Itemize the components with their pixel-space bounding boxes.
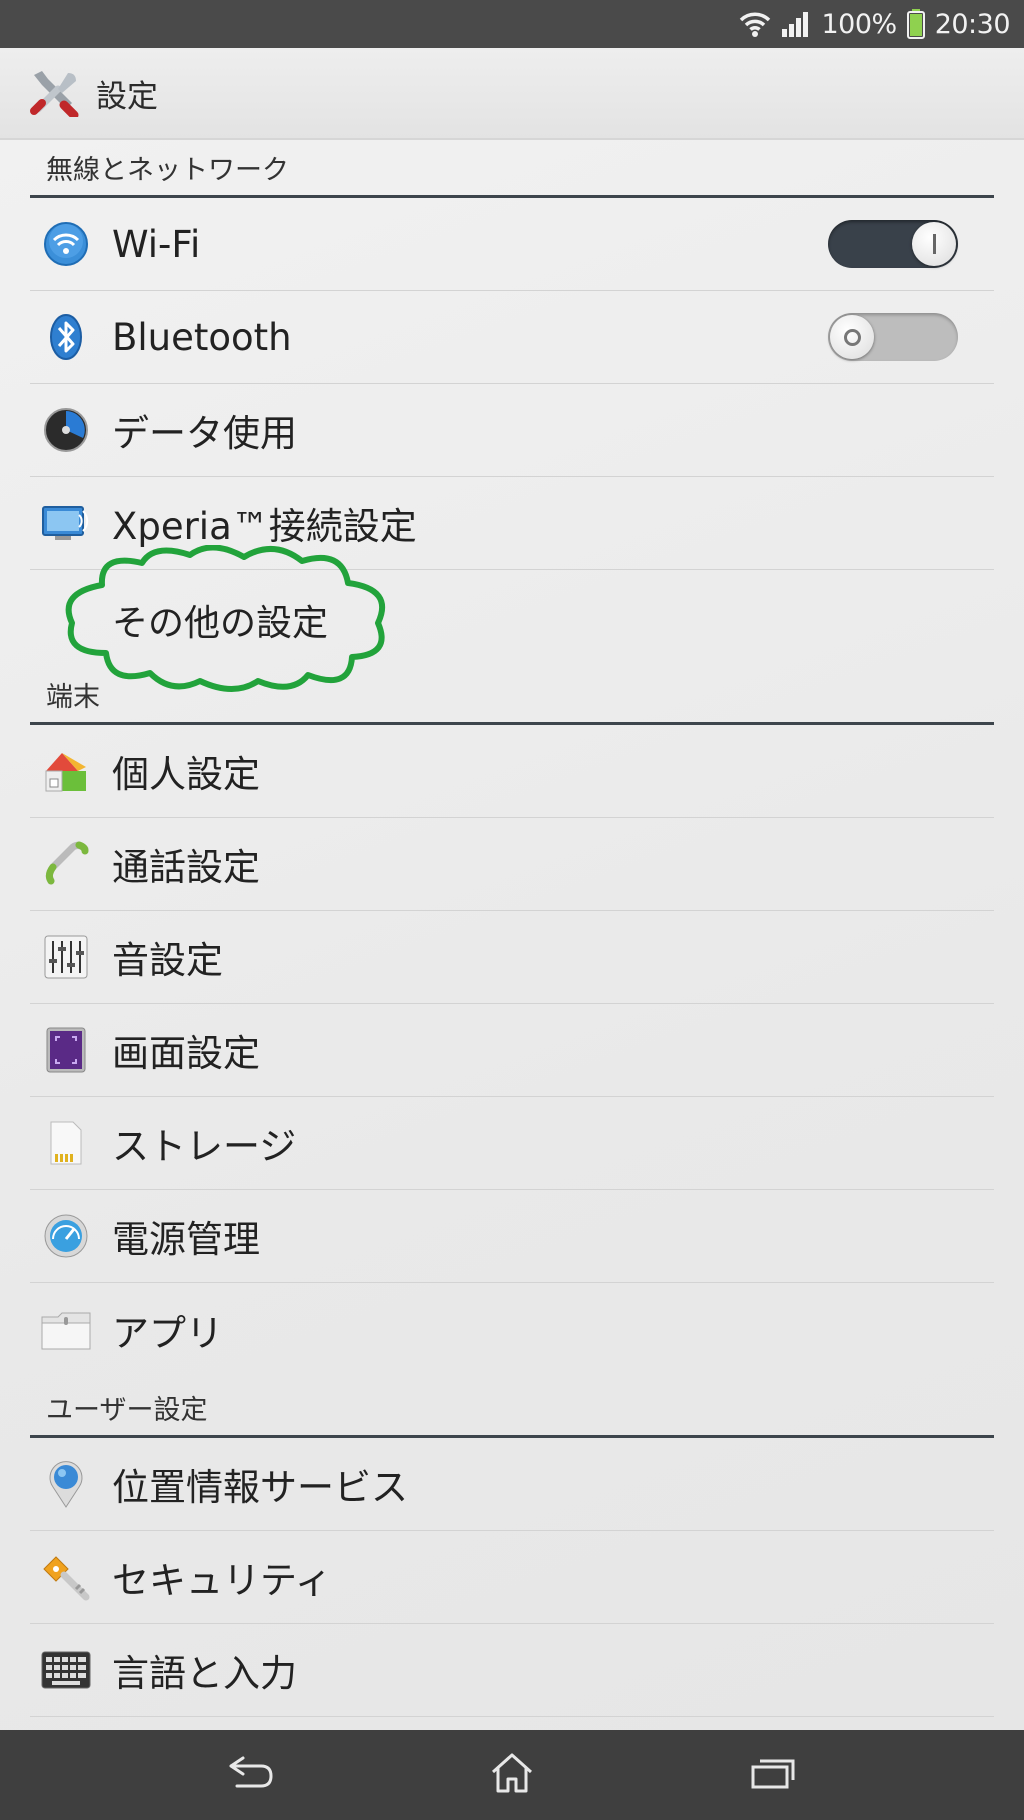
home-icon [489,1752,535,1798]
blank-icon-slot [40,594,92,646]
settings-item-display[interactable]: 画面設定 [30,1004,994,1097]
status-bar: 100% 20:30 [0,0,1024,48]
settings-item-label: データ使用 [112,412,297,455]
settings-item-wifi[interactable]: Wi-Fi [30,198,994,291]
sd-card-icon [40,1117,92,1169]
settings-item-label: 画面設定 [112,1032,260,1075]
settings-item-more[interactable]: その他の設定 [30,570,994,670]
wifi-icon [739,10,771,38]
clock: 20:30 [934,8,1011,40]
bluetooth-icon [40,311,92,363]
action-bar: 設定 [0,48,1024,140]
settings-item-label: アプリ [112,1311,223,1355]
phone-handset-icon [40,838,92,890]
wifi-toggle[interactable] [828,220,958,268]
back-button[interactable] [211,1740,291,1810]
location-pin-icon [40,1458,92,1510]
settings-item-bluetooth[interactable]: Bluetooth [30,291,994,384]
settings-item-label: Bluetooth [112,315,292,359]
section-header-user: ユーザー設定 [30,1376,994,1438]
settings-item-label: Wi-Fi [112,222,201,266]
settings-item-language[interactable]: 言語と入力 [30,1624,994,1717]
signal-icon [781,11,811,37]
settings-item-personalization[interactable]: 個人設定 [30,725,994,818]
section-header-wireless: 無線とネットワーク [30,140,994,198]
home-button[interactable] [472,1740,552,1810]
power-gauge-icon [40,1210,92,1262]
settings-item-label: 言語と入力 [112,1652,297,1695]
settings-item-power[interactable]: 電源管理 [30,1190,994,1283]
settings-item-security[interactable]: セキュリティ [30,1531,994,1624]
recents-icon [750,1756,796,1794]
settings-item-label: 電源管理 [112,1218,260,1261]
settings-item-label: セキュリティ [112,1559,332,1602]
section-title: 端末 [46,682,100,713]
settings-item-label: ストレージ [112,1125,297,1168]
page-title: 設定 [96,78,158,115]
bluetooth-toggle[interactable] [828,313,958,361]
key-icon [40,1551,92,1603]
settings-item-label: Xperia™接続設定 [112,505,417,548]
folder-icon [40,1304,92,1356]
data-usage-icon [40,404,92,456]
recents-button[interactable] [733,1740,813,1810]
settings-item-label: 音設定 [112,939,223,982]
equalizer-icon [40,931,92,983]
battery-icon [906,9,925,39]
settings-item-sound[interactable]: 音設定 [30,911,994,1004]
personalization-icon [40,745,92,797]
xperia-connect-icon [40,497,92,549]
wifi-icon [40,218,92,270]
section-title: 無線とネットワーク [46,155,289,186]
settings-item-label: 位置情報サービス [112,1466,408,1509]
tools-icon [28,65,80,121]
settings-item-location[interactable]: 位置情報サービス [30,1438,994,1531]
section-title: ユーザー設定 [46,1395,208,1426]
navigation-bar [0,1730,1024,1820]
settings-item-label: 個人設定 [112,753,260,796]
settings-list: 無線とネットワーク Wi-Fi Bluetooth データ使用 Xperia™接… [0,140,1024,1730]
back-icon [227,1756,275,1794]
settings-item-call[interactable]: 通話設定 [30,818,994,911]
settings-item-label: 通話設定 [112,846,260,889]
keyboard-icon [40,1644,92,1696]
settings-item-apps[interactable]: アプリ [30,1283,994,1376]
settings-item-xperia-connect[interactable]: Xperia™接続設定 [30,477,994,570]
settings-item-data-usage[interactable]: データ使用 [30,384,994,477]
display-icon [40,1024,92,1076]
settings-item-label: その他の設定 [112,603,329,644]
settings-item-storage[interactable]: ストレージ [30,1097,994,1190]
section-header-device: 端末 [30,670,994,725]
battery-percent: 100% [821,8,897,40]
